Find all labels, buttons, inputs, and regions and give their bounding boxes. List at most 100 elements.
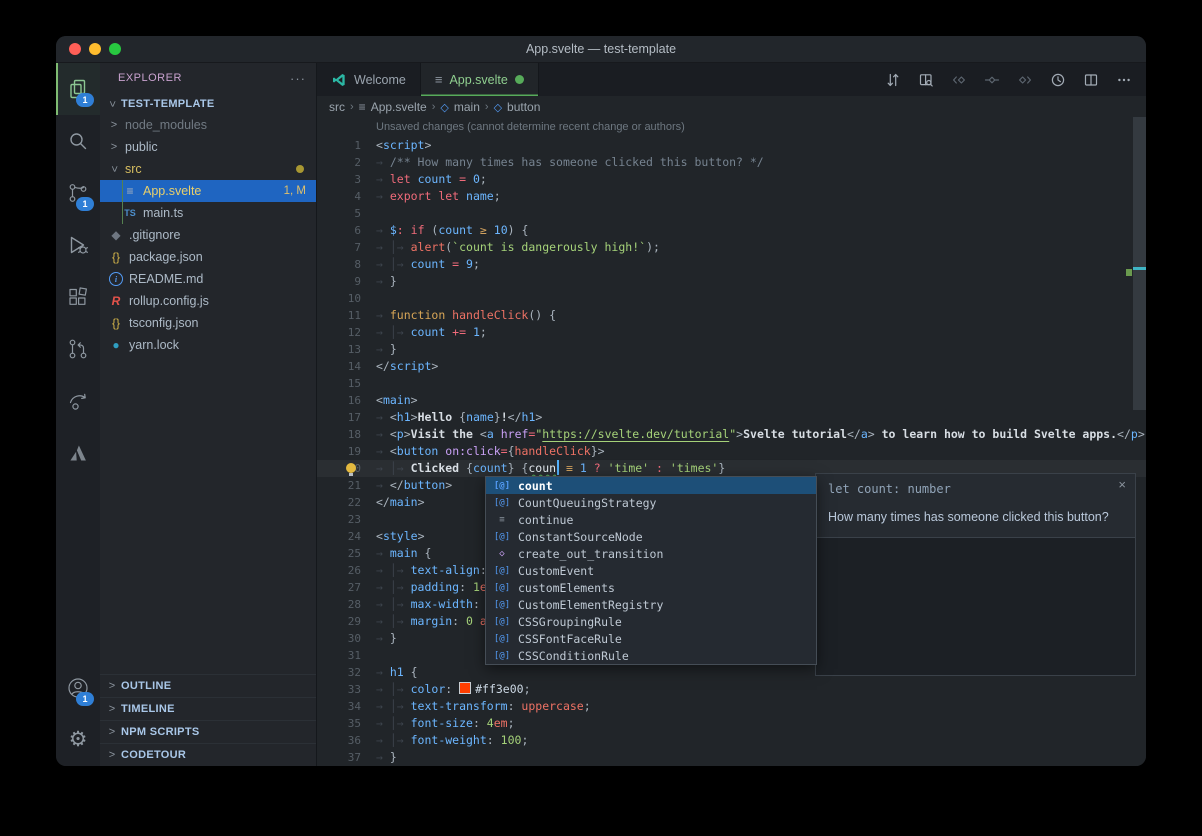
- suggest-item-count[interactable]: [@]count: [486, 477, 816, 494]
- activity-account[interactable]: 1: [56, 662, 100, 714]
- suggest-docs-header: let count: number How many times has som…: [816, 474, 1135, 538]
- line-number: 31: [317, 647, 361, 664]
- more-actions-icon[interactable]: [1116, 72, 1132, 88]
- code-line-4[interactable]: 4→ export let name;: [317, 188, 1146, 205]
- activity-search[interactable]: [56, 115, 100, 167]
- code-line-12[interactable]: 12→ │→ count += 1;: [317, 324, 1146, 341]
- activity-github-pr[interactable]: [56, 323, 100, 375]
- code-line-35[interactable]: 35→ │→ font-size: 4em;: [317, 715, 1146, 732]
- code-line-6[interactable]: 6→ $: if (count ≥ 10) {: [317, 222, 1146, 239]
- code-line-3[interactable]: 3→ let count = 0;: [317, 171, 1146, 188]
- file-row-App.svelte[interactable]: ≡App.svelte1, M: [100, 180, 316, 202]
- code-line-8[interactable]: 8→ │→ count = 9;: [317, 256, 1146, 273]
- activity-azure[interactable]: [56, 427, 100, 479]
- activity-settings[interactable]: ⚙: [56, 714, 100, 766]
- code-line-14[interactable]: 14</script>: [317, 358, 1146, 375]
- current-change-icon[interactable]: [984, 72, 1000, 88]
- suggest-item-CountQueuingStrategy[interactable]: [@]CountQueuingStrategy: [486, 494, 816, 511]
- editor-scrollbar[interactable]: [1133, 117, 1146, 410]
- code-line-7[interactable]: 7→ │→ alert(`count is dangerously high!`…: [317, 239, 1146, 256]
- code-line-36[interactable]: 36→ │→ font-weight: 100;: [317, 732, 1146, 749]
- panel-timeline[interactable]: >TIMELINE: [100, 698, 316, 721]
- gitlens-annotation: Unsaved changes (cannot determine recent…: [317, 118, 1146, 137]
- code-line-9[interactable]: 9→ }: [317, 273, 1146, 290]
- suggest-item-CustomElementRegistry[interactable]: [@]CustomElementRegistry: [486, 596, 816, 613]
- suggest-label: continue: [518, 513, 573, 527]
- chevron-right-icon: ›: [432, 101, 436, 113]
- code-line-1[interactable]: 1<script>: [317, 137, 1146, 154]
- folder-row-src[interactable]: >src: [100, 158, 316, 180]
- file-row-rollup.config.js[interactable]: Rrollup.config.js: [100, 290, 316, 312]
- workspace-root-row[interactable]: > TEST-TEMPLATE: [100, 93, 316, 114]
- suggest-item-CustomEvent[interactable]: [@]CustomEvent: [486, 562, 816, 579]
- unsaved-dot-icon[interactable]: [515, 75, 524, 84]
- code-line-34[interactable]: 34→ │→ text-transform: uppercase;: [317, 698, 1146, 715]
- activity-live-share[interactable]: [56, 375, 100, 427]
- open-changes-icon[interactable]: [918, 72, 934, 88]
- breadcrumb-main[interactable]: main: [454, 100, 480, 114]
- breadcrumb-button[interactable]: button: [507, 100, 540, 114]
- code-line-19[interactable]: 19→ <button on:click={handleClick}>: [317, 443, 1146, 460]
- suggest-item-ConstantSourceNode[interactable]: [@]ConstantSourceNode: [486, 528, 816, 545]
- activity-source-control[interactable]: 1: [56, 167, 100, 219]
- activity-extensions[interactable]: [56, 271, 100, 323]
- activity-run-debug[interactable]: [56, 219, 100, 271]
- lightbulb-icon[interactable]: [346, 463, 356, 473]
- file-row-main.ts[interactable]: TSmain.ts: [100, 202, 316, 224]
- gitlens-graph-icon[interactable]: [885, 72, 901, 88]
- code-line-5[interactable]: 5: [317, 205, 1146, 222]
- suggest-item-create_out_transition[interactable]: ◇create_out_transition: [486, 545, 816, 562]
- code-line-16[interactable]: 16<main>: [317, 392, 1146, 409]
- more-actions-icon[interactable]: ···: [290, 71, 306, 86]
- suggest-item-customElements[interactable]: [@]customElements: [486, 579, 816, 596]
- code-line-37[interactable]: 37→ }: [317, 749, 1146, 766]
- minimize-window-button[interactable]: [89, 43, 101, 55]
- code-line-15[interactable]: 15: [317, 375, 1146, 392]
- titlebar[interactable]: App.svelte — test-template: [56, 36, 1146, 63]
- code-line-13[interactable]: 13→ }: [317, 341, 1146, 358]
- close-icon[interactable]: ×: [1118, 477, 1126, 492]
- suggest-item-CSSGroupingRule[interactable]: [@]CSSGroupingRule: [486, 613, 816, 630]
- tab-bar: Welcome ≡ App.svelte: [317, 63, 1146, 96]
- next-change-icon[interactable]: [1017, 72, 1033, 88]
- panel-outline[interactable]: >OUTLINE: [100, 675, 316, 698]
- line-number: 4: [317, 188, 361, 205]
- panel-codetour[interactable]: >CODETOUR: [100, 744, 316, 766]
- file-row-package.json[interactable]: {}package.json: [100, 246, 316, 268]
- file-row-README.md[interactable]: iREADME.md: [100, 268, 316, 290]
- close-window-button[interactable]: [69, 43, 81, 55]
- tab-app-svelte[interactable]: ≡ App.svelte: [421, 63, 539, 96]
- file-row-tsconfig.json[interactable]: {}tsconfig.json: [100, 312, 316, 334]
- tab-welcome[interactable]: Welcome: [317, 63, 421, 96]
- code-line-11[interactable]: 11→ function handleClick() {: [317, 307, 1146, 324]
- code-line-10[interactable]: 10: [317, 290, 1146, 307]
- file-row-yarn.lock[interactable]: ●yarn.lock: [100, 334, 316, 356]
- module-kind-icon: ◇: [492, 549, 512, 559]
- activity-explorer[interactable]: 1: [56, 63, 100, 115]
- line-number: 35: [317, 715, 361, 732]
- suggest-item-continue[interactable]: ≡continue: [486, 511, 816, 528]
- previous-change-icon[interactable]: [951, 72, 967, 88]
- split-editor-icon[interactable]: [1083, 72, 1099, 88]
- line-number: 17: [317, 409, 361, 426]
- code-line-33[interactable]: 33→ │→ color: #ff3e00;: [317, 681, 1146, 698]
- breadcrumb-file[interactable]: App.svelte: [371, 100, 427, 114]
- search-icon: [66, 129, 90, 153]
- file-label: App.svelte: [143, 184, 201, 198]
- suggest-item-CSSConditionRule[interactable]: [@]CSSConditionRule: [486, 647, 816, 664]
- vscode-logo-icon: [331, 72, 347, 88]
- folder-row-public[interactable]: >public: [100, 136, 316, 158]
- code-line-2[interactable]: 2→ /** How many times has someone clicke…: [317, 154, 1146, 171]
- code-line-17[interactable]: 17→ <h1>Hello {name}!</h1>: [317, 409, 1146, 426]
- suggest-label: CSSGroupingRule: [518, 615, 622, 629]
- modified-dot-icon: [296, 165, 304, 173]
- zoom-window-button[interactable]: [109, 43, 121, 55]
- folder-row-node_modules[interactable]: >node_modules: [100, 114, 316, 136]
- overview-ruler-modified-tick: [1126, 269, 1132, 276]
- file-heatmap-clock-icon[interactable]: [1050, 72, 1066, 88]
- suggest-item-CSSFontFaceRule[interactable]: [@]CSSFontFaceRule: [486, 630, 816, 647]
- file-row-.gitignore[interactable]: ◆.gitignore: [100, 224, 316, 246]
- panel-npm-scripts[interactable]: >NPM SCRIPTS: [100, 721, 316, 744]
- code-line-18[interactable]: 18→ <p>Visit the <a href="https://svelte…: [317, 426, 1146, 443]
- breadcrumb-src[interactable]: src: [329, 100, 345, 114]
